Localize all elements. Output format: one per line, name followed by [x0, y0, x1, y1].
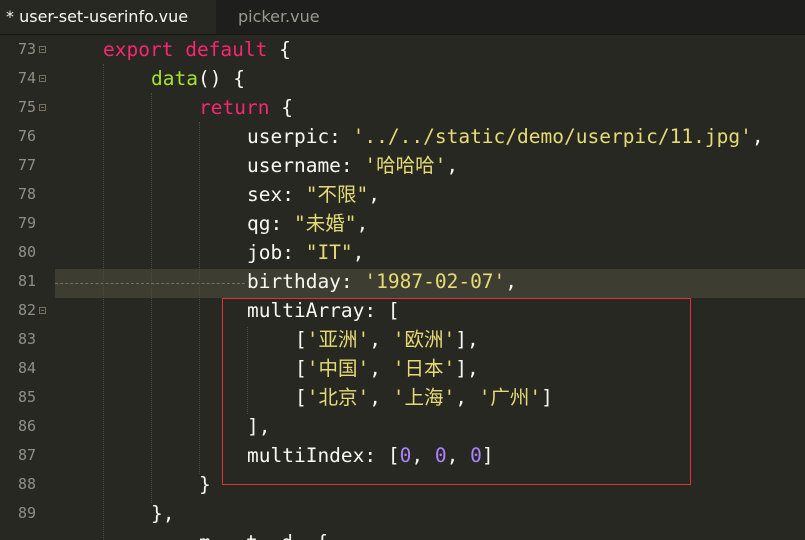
tab-user-set-userinfo[interactable]: * user-set-userinfo.vue [0, 0, 216, 34]
code-token: , [368, 183, 380, 206]
code-token: default [185, 38, 268, 61]
line-number: 88 [17, 475, 36, 493]
code-token: { [267, 38, 291, 61]
line-number: 76 [17, 127, 36, 145]
code-token: m t d { [199, 531, 328, 540]
code-token: export [103, 38, 174, 61]
code-text: username: '哈哈哈', [247, 151, 458, 180]
code-token: '哈哈哈' [364, 154, 447, 177]
code-line[interactable]: 89}, [0, 499, 805, 528]
tab-picker[interactable]: picker.vue [218, 0, 358, 34]
code-text: job: "IT", [247, 238, 364, 267]
code-line[interactable]: 74 data() { [0, 64, 805, 93]
fold-icon[interactable] [39, 307, 46, 314]
line-number: 77 [17, 156, 36, 174]
code-text: birthday: '1987-02-07', [247, 267, 517, 296]
code-token: , [352, 241, 365, 264]
code-text: sex: "不限", [247, 180, 380, 209]
code-line[interactable]: 76 userpic: '../../static/demo/userpic/11… [0, 122, 805, 151]
code-token: "IT" [305, 241, 353, 264]
code-token: userpic: [247, 125, 353, 148]
code-token: qg: [247, 212, 294, 235]
annotation-highlight-box [222, 298, 691, 485]
line-number: 84 [17, 359, 36, 377]
line-number: 75 [17, 98, 36, 116]
code-token: () { [197, 67, 245, 90]
code-token: return [199, 96, 270, 119]
code-token: }, [151, 502, 175, 525]
code-text: userpic: '../../static/demo/userpic/11.j… [247, 122, 764, 151]
code-line[interactable]: 79 qg: "未婚", [0, 209, 805, 238]
line-number: 85 [17, 388, 36, 406]
line-number: 87 [17, 446, 36, 464]
code-line[interactable]: 80 job: "IT", [0, 238, 805, 267]
code-line[interactable]: m t d { [0, 528, 805, 540]
code-text: qg: "未婚", [247, 209, 368, 238]
code-token: , [751, 125, 764, 148]
code-token: , [356, 212, 369, 235]
code-text: data() { [151, 64, 245, 93]
line-number: 74 [17, 69, 36, 87]
line-number: 80 [17, 243, 36, 261]
line-number: 78 [17, 185, 36, 203]
code-token: "未婚" [293, 212, 357, 235]
code-token: sex: [247, 183, 306, 206]
code-token: { [269, 96, 293, 119]
code-token: , [505, 270, 518, 293]
code-line[interactable]: 78 sex: "不限", [0, 180, 805, 209]
code-token: job: [247, 241, 306, 264]
code-text: }, [151, 499, 174, 528]
code-token: data [151, 67, 198, 90]
code-token: '1987-02-07' [364, 270, 506, 293]
tab-bar: * user-set-userinfo.vue picker.vue [0, 0, 805, 35]
line-number: 81 [17, 272, 36, 290]
code-token: username: [247, 154, 365, 177]
line-number: 73 [17, 40, 36, 58]
line-number: 86 [17, 417, 36, 435]
code-text: } [199, 470, 211, 499]
fold-icon[interactable] [39, 46, 46, 53]
code-editor[interactable]: 73 export default {74 data() {75 return {76… [0, 35, 805, 540]
code-token: , [446, 154, 459, 177]
code-line[interactable]: 75 return { [0, 93, 805, 122]
code-text: return { [199, 93, 293, 122]
code-line[interactable]: 73 export default { [0, 35, 805, 64]
fold-icon[interactable] [39, 75, 46, 82]
line-number: 79 [17, 214, 36, 232]
code-line[interactable]: 81 birthday: '1987-02-07', [0, 267, 805, 296]
line-number: 82 [17, 301, 36, 319]
line-number: 89 [17, 504, 36, 522]
code-token: '../../static/demo/userpic/11.jpg' [352, 125, 752, 148]
fold-icon[interactable] [39, 104, 46, 111]
code-text: m t d { [199, 528, 328, 540]
code-line[interactable]: 77 username: '哈哈哈', [0, 151, 805, 180]
code-token: } [199, 473, 211, 496]
code-token: birthday: [247, 270, 365, 293]
code-text: export default { [103, 35, 291, 64]
code-token: "不限" [305, 183, 369, 206]
line-number: 83 [17, 330, 36, 348]
